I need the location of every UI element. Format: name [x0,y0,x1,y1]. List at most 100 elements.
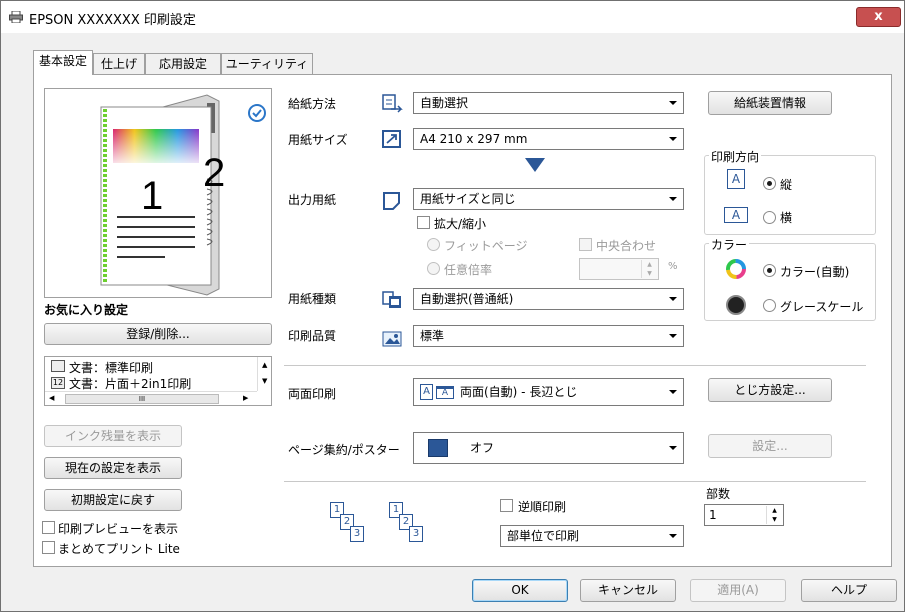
orientation-title: 印刷方向 [709,148,762,165]
landscape-radio[interactable] [763,211,776,224]
paper-size-select[interactable]: A4 210 x 297 mm [413,128,684,150]
favorites-list[interactable]: 文書：標準印刷 12 文書：片面＋2in1印刷 ▲ ▼ ◀ III ▶ [44,356,272,406]
reverse-order-label: 逆順印刷 [518,500,567,514]
spin-arrows-icon[interactable]: ▲ ▼ [766,506,782,524]
chevron-down-icon [669,390,677,394]
chevron-down-icon [669,334,677,338]
print-lite-label: まとめてプリント Lite [58,542,180,556]
tab-advanced[interactable]: 応用設定 [145,53,221,75]
chevron-down-icon [669,297,677,301]
feeder-info-button[interactable]: 給紙装置情報 [708,91,832,115]
copies-spin-input[interactable]: 1 ▲ ▼ [704,504,784,526]
paper-size-icon [382,130,401,148]
print-preview-checkbox[interactable] [42,521,55,534]
chevron-down-icon [669,137,677,141]
grayscale-radio[interactable] [763,299,776,312]
paper-size-label: 用紙サイズ [288,133,348,147]
quality-label: 印刷品質 [288,329,337,343]
output-paper-icon [383,192,400,210]
chevron-down-icon [669,197,677,201]
paper-type-label: 用紙種類 [288,292,337,306]
print-preview-label: 印刷プレビューを表示 [58,522,179,536]
chevron-down-icon [669,101,677,105]
arrow-down-icon [525,158,545,172]
favorites-item-standard[interactable]: 文書：標準印刷 [69,359,153,376]
scroll-down-icon[interactable]: ▼ [262,377,267,385]
paper-size-value: A4 210 x 297 mm [420,132,528,146]
title-bar: EPSON XXXXXXX 印刷設定 x [1,1,904,33]
tab-finishing[interactable]: 仕上げ [93,53,145,75]
spin-arrows-icon[interactable]: ▲ ▼ [641,260,657,278]
apply-button[interactable]: 適用(A) [690,579,786,602]
paper-type-value: 自動選択(普通紙) [420,292,514,306]
portrait-icon: A [727,169,745,189]
page-layout-icon [428,439,448,457]
paper-type-select[interactable]: 自動選択(普通紙) [413,288,684,310]
show-current-settings-button[interactable]: 現在の設定を表示 [44,457,182,479]
quality-select[interactable]: 標準 [413,325,684,347]
document-icon [51,360,65,372]
duplex-page-front-icon: A [420,384,433,400]
grayscale-label: グレースケール [780,300,864,314]
preview-page-front-number: 1 [141,174,164,218]
scroll-right-icon[interactable]: ▶ [243,394,248,402]
percent-label: % [668,261,678,272]
printer-icon [9,11,23,23]
quality-icon [382,331,402,347]
favorites-register-button[interactable]: 登録/削除... [44,323,272,345]
portrait-radio[interactable] [763,177,776,190]
duplex-value: 両面(自動) - 長辺とじ [460,385,578,399]
duplex-page-back-icon: A [436,386,454,399]
ok-button[interactable]: OK [472,579,568,602]
print-lite-checkbox[interactable] [42,541,55,554]
reverse-order-checkbox[interactable] [500,499,513,512]
reset-defaults-button[interactable]: 初期設定に戻す [44,489,182,511]
ink-levels-button[interactable]: インク残量を表示 [44,425,182,447]
collate-select[interactable]: 部単位で印刷 [500,525,684,547]
copies-value: 1 [709,508,717,522]
scale-checkbox[interactable] [417,216,430,229]
output-paper-select[interactable]: 用紙サイズと同じ [413,188,684,210]
close-button[interactable]: x [856,7,901,27]
layout-label: ページ集約/ポスター [288,443,400,457]
fit-page-radio[interactable] [427,238,440,251]
scroll-up-icon[interactable]: ▲ [262,361,267,369]
layout-select[interactable]: オフ [413,432,684,464]
color-title: カラー [709,236,750,253]
scroll-thumb[interactable]: III [65,394,219,404]
layout-value: オフ [470,441,495,455]
portrait-label: 縦 [780,178,793,192]
center-checkbox[interactable] [579,238,592,251]
help-button[interactable]: ヘルプ [801,579,897,602]
layout-settings-button[interactable]: 設定... [708,434,832,458]
paper-source-icon [382,94,403,113]
collate-value: 部単位で印刷 [507,529,580,543]
paper-source-value: 自動選択 [420,96,469,110]
copies-label: 部数 [706,487,731,501]
quality-value: 標準 [420,329,445,343]
tab-basic[interactable]: 基本設定 [33,50,93,75]
divider [284,365,866,366]
any-ratio-radio[interactable] [427,262,440,275]
cancel-button[interactable]: キャンセル [580,579,676,602]
duplex-label: 両面印刷 [288,387,337,401]
favorites-vertical-scrollbar[interactable]: ▲ ▼ [257,357,272,391]
stack-page-3: 3 [409,526,423,542]
ratio-spin-input[interactable]: ▲ ▼ [579,258,659,280]
print-settings-window: EPSON XXXXXXX 印刷設定 x 基本設定 仕上げ 応用設定 ユーティリ… [0,0,905,612]
binding-settings-button[interactable]: とじ方設定... [708,378,832,402]
any-ratio-label: 任意倍率 [444,263,493,277]
favorites-horizontal-scrollbar[interactable]: ◀ III ▶ [45,391,257,406]
favorites-item-2in1[interactable]: 文書：片面＋2in1印刷 [69,375,191,392]
stack-page-3: 3 [350,526,364,542]
chevron-down-icon [669,446,677,450]
color-wheel-icon [726,259,746,279]
two-in-one-icon: 12 [51,377,65,389]
paper-source-select[interactable]: 自動選択 [413,92,684,114]
color-auto-radio[interactable] [763,264,776,277]
tab-utility[interactable]: ユーティリティー [221,53,313,91]
divider [284,481,866,482]
duplex-select[interactable]: A A 両面(自動) - 長辺とじ [413,378,684,406]
paper-source-label: 給紙方法 [288,97,337,111]
scroll-left-icon[interactable]: ◀ [49,394,54,402]
